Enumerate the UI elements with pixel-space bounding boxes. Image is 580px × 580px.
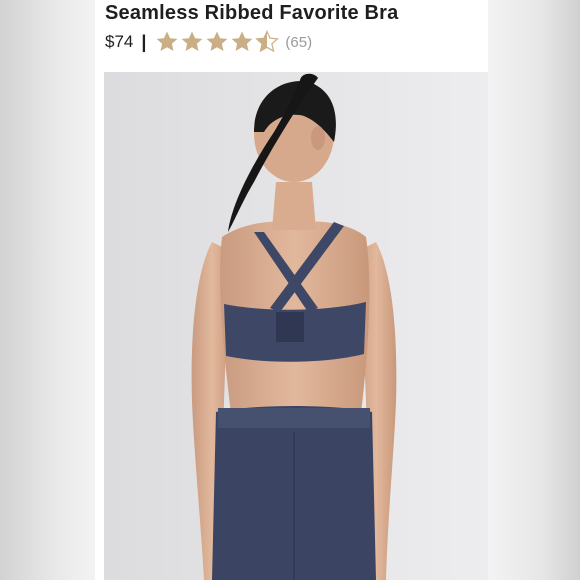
- product-photo[interactable]: [104, 72, 488, 580]
- star-rating[interactable]: [155, 30, 280, 54]
- star-icon: [255, 30, 280, 54]
- price-separator: |: [141, 31, 147, 52]
- price-rating-row: $74 | (65): [105, 29, 312, 55]
- star-icon: [205, 30, 229, 54]
- star-icon: [180, 30, 204, 54]
- star-icon: [230, 30, 254, 54]
- product-title: Seamless Ribbed Favorite Bra: [105, 2, 399, 24]
- product-card: Seamless Ribbed Favorite Bra $74 | (65): [95, 0, 488, 580]
- star-icon: [155, 30, 179, 54]
- review-count[interactable]: (65): [285, 34, 312, 51]
- product-price: $74: [105, 32, 134, 51]
- right-backdrop: [488, 0, 580, 580]
- model-back-view-illustration: [104, 72, 488, 580]
- left-backdrop: [0, 0, 95, 580]
